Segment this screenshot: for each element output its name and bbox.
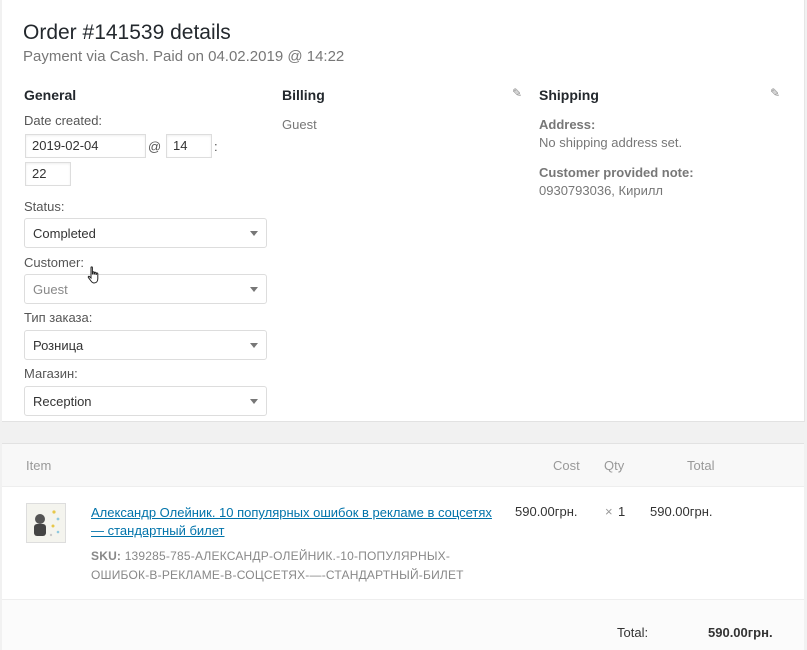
minute-input[interactable]: 22 — [25, 162, 71, 186]
order-type-select-value: Розница — [33, 338, 84, 353]
chevron-down-icon — [250, 399, 258, 404]
order-title: Order #141539 details — [23, 21, 231, 44]
total-label: Total: — [617, 625, 649, 640]
chevron-down-icon — [250, 287, 258, 292]
general-heading: General — [24, 87, 77, 103]
order-type-label: Тип заказа: — [24, 310, 93, 325]
status-label: Status: — [24, 199, 65, 214]
product-sku: SKU: 139285-785-АЛЕКСАНДР-ОЛЕЙНИК.-10-ПО… — [91, 547, 491, 585]
order-subtitle: Payment via Cash. Paid on 04.02.2019 @ 1… — [23, 48, 345, 65]
store-select-value: Reception — [33, 394, 92, 409]
at-separator: @ — [148, 139, 162, 154]
status-select-value: Completed — [33, 226, 96, 241]
pencil-icon[interactable]: ✎ — [770, 86, 780, 100]
hour-input[interactable]: 14 — [166, 134, 212, 158]
qty-multiply-sign: × — [605, 504, 613, 519]
pencil-icon[interactable]: ✎ — [512, 86, 522, 100]
chevron-down-icon — [250, 343, 258, 348]
customer-select[interactable]: Guest — [24, 274, 267, 304]
qty-column-header: Qty — [604, 458, 625, 473]
items-table-header: Item Cost Qty Total — [2, 444, 804, 487]
sku-value: 139285-785-АЛЕКСАНДР-ОЛЕЙНИК.-10-ПОПУЛЯР… — [91, 549, 464, 582]
shipping-heading: Shipping — [539, 87, 599, 103]
customer-select-value: Guest — [33, 282, 68, 297]
customer-note-value: 0930793036, Кирилл — [539, 183, 664, 198]
chevron-down-icon — [250, 231, 258, 236]
order-items-panel: Item Cost Qty Total Александр Олейник. 1… — [2, 443, 804, 650]
product-thumbnail[interactable] — [26, 503, 66, 543]
shipping-address-value: No shipping address set. — [539, 135, 683, 150]
customer-label: Customer: — [24, 255, 84, 270]
store-label: Магазин: — [24, 366, 78, 381]
billing-text: Guest — [282, 117, 317, 132]
order-totals: Total: 590.00грн. — [2, 599, 804, 650]
store-select[interactable]: Reception — [24, 386, 267, 416]
sku-label: SKU: — [91, 549, 122, 563]
time-colon: : — [214, 139, 218, 154]
item-total: 590.00грн. — [650, 504, 713, 519]
cost-column-header: Cost — [553, 458, 580, 473]
item-qty: 1 — [618, 504, 626, 519]
total-column-header: Total — [687, 458, 715, 473]
date-created-input[interactable]: 2019-02-04 — [25, 134, 146, 158]
customer-note-label: Customer provided note: — [539, 165, 694, 180]
status-select[interactable]: Completed — [24, 218, 267, 248]
hand-pointer-icon — [87, 266, 99, 284]
date-created-label: Date created: — [24, 113, 103, 128]
product-link[interactable]: Александр Олейник. 10 популярных ошибок … — [91, 504, 496, 540]
shipping-address-label: Address: — [539, 117, 596, 132]
table-row: Александр Олейник. 10 популярных ошибок … — [2, 487, 804, 599]
item-cost: 590.00грн. — [515, 504, 578, 519]
item-column-header: Item — [26, 458, 52, 473]
order-type-select[interactable]: Розница — [24, 330, 267, 360]
billing-heading: Billing — [282, 87, 325, 103]
total-value: 590.00грн. — [708, 625, 773, 640]
product-image — [27, 504, 65, 542]
